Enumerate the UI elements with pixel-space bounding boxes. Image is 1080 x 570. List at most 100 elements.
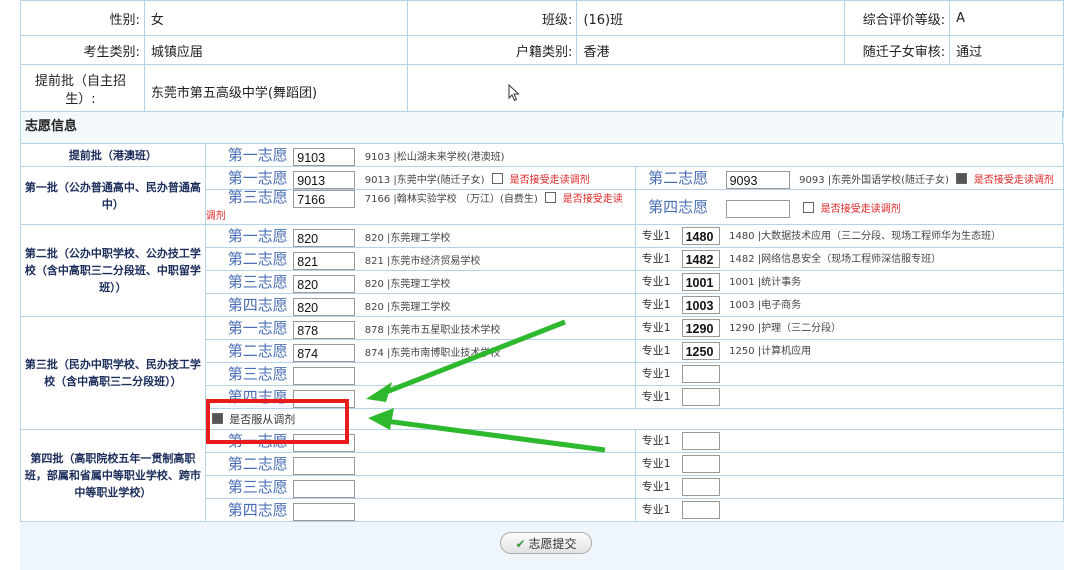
b4-wish1-cell: 第一志愿: [204, 429, 637, 453]
major-label: 专业1: [641, 457, 671, 470]
b1-wish2-input[interactable]: 9093: [725, 171, 790, 189]
migrant-status: 通过: [949, 35, 1064, 65]
b2-wish3-major-input[interactable]: 1001: [681, 273, 720, 291]
b2-wish2-input[interactable]: 821: [293, 252, 356, 270]
b3-wish1-major-input[interactable]: 1290: [681, 319, 720, 337]
choices-table: 提前批（港澳班） 第一志愿 9103 9103 |松山湖未来学校(港澳班) 第一…: [20, 143, 1065, 522]
wish-label: 第三志愿: [227, 188, 288, 206]
b1-wish1-input[interactable]: 9013: [293, 171, 356, 189]
b3-wish4-input[interactable]: [293, 390, 356, 408]
b3-wish2-input[interactable]: 874: [293, 344, 356, 362]
major-label: 专业1: [641, 229, 671, 242]
gender-label: 性别:: [20, 0, 145, 36]
b3-major4-cell: 专业1: [635, 385, 1064, 409]
b1-wish4-input[interactable]: [725, 200, 790, 218]
accept-label: 是否接受走读调剂: [820, 204, 901, 215]
b4-wish2-cell: 第二志愿: [204, 452, 637, 476]
obey-checkbox[interactable]: [211, 413, 223, 424]
b2-wish1-major-input[interactable]: 1480: [681, 227, 720, 245]
b4-wish2-major-input[interactable]: [681, 455, 720, 473]
wish-label: 第二志愿: [227, 250, 288, 268]
b4-wish3-cell: 第三志愿: [204, 475, 637, 499]
accept-label: 是否接受走读调剂: [509, 175, 590, 186]
b2-wish4-major-input[interactable]: 1003: [681, 296, 720, 314]
b2-wish3-input[interactable]: 820: [293, 275, 356, 293]
b2-major3-cell: 专业1 1001 1001 |统计事务: [635, 270, 1064, 294]
b2-wish3-major-desc: 1001 |统计事务: [729, 277, 802, 288]
accept-label: 是否接受走读: [562, 194, 623, 205]
b4-wish1-input[interactable]: [293, 434, 356, 452]
b1-wish1-accept-checkbox[interactable]: [492, 173, 504, 184]
b4-major3-cell: 专业1: [635, 475, 1064, 499]
major-label: 专业1: [641, 344, 671, 357]
b3-wish4-major-input[interactable]: [681, 388, 720, 406]
migrant-label: 随迁子女审核:: [844, 35, 951, 65]
wish-label: 第二志愿: [227, 342, 288, 360]
major-label: 专业1: [641, 434, 671, 447]
wish-label: 第四志愿: [227, 501, 288, 519]
b4-wish3-input[interactable]: [293, 480, 356, 498]
major-label: 专业1: [641, 367, 671, 380]
batch-hk-name: 提前批（港澳班）: [20, 143, 206, 167]
wish-label: 第三志愿: [227, 478, 288, 496]
submit-label: 志愿提交: [528, 537, 577, 551]
class-label: 班级:: [407, 0, 578, 36]
b2-wish4-cell: 第四志愿 820 820 |东莞理工学校: [204, 293, 637, 317]
b4-major1-cell: 专业1: [635, 429, 1064, 453]
b1-wish3-input[interactable]: 7166: [293, 190, 356, 208]
b4-major4-cell: 专业1: [635, 498, 1064, 522]
b2-wish1-desc: 820 |东莞理工学校: [364, 233, 451, 244]
b3-wish4-cell: 第四志愿: [204, 385, 637, 409]
b1-wish3-cell: 第三志愿 7166 7166 |翰林实验学校 （万江）(自费生) 是否接受走读 …: [204, 188, 637, 225]
submit-button[interactable]: ✔ 志愿提交: [500, 532, 592, 554]
b4-wish4-major-input[interactable]: [681, 501, 720, 519]
b4-wish4-cell: 第四志愿: [204, 498, 637, 522]
b4-wish2-input[interactable]: [293, 457, 356, 475]
b2-wish4-input[interactable]: 820: [293, 298, 356, 316]
wish-label: 第四志愿: [648, 198, 709, 216]
wish-label: 第一志愿: [227, 169, 288, 187]
major-label: 专业1: [641, 321, 671, 334]
b4-wish4-input[interactable]: [293, 503, 356, 521]
b2-wish1-cell: 第一志愿 820 820 |东莞理工学校: [204, 224, 637, 248]
b1-wish2-accept-checkbox[interactable]: [956, 173, 968, 184]
b1-wish3-desc: 7166 |翰林实验学校 （万江）(自费生): [364, 194, 538, 205]
b3-major3-cell: 专业1: [635, 362, 1064, 386]
accept-label: 是否接受走读调剂: [973, 175, 1054, 186]
b3-wish2-major-input[interactable]: 1250: [681, 342, 720, 360]
early-label: 提前批（自主招生）:: [20, 64, 145, 118]
student-info-table: 性别: 女 班级: (16)班 综合评价等级: A 考生类别: 城镇应届 户籍类…: [20, 0, 1065, 118]
wish-label: 第一志愿: [227, 432, 288, 450]
household-value: 香港: [576, 35, 846, 65]
b3-wish3-major-input[interactable]: [681, 365, 720, 383]
b2-wish1-input[interactable]: 820: [293, 229, 356, 247]
wish-label: 第一志愿: [227, 319, 288, 337]
b3-wish2-cell: 第二志愿 874 874 |东莞市南博职业技术学校: [204, 339, 637, 363]
major-label: 专业1: [641, 275, 671, 288]
wish-label: 第一志愿: [227, 146, 288, 164]
b1-wish4-cell: 第四志愿 是否接受走读调剂: [635, 189, 1064, 225]
section-title: 志愿信息: [20, 111, 1063, 143]
b1-wish1-cell: 第一志愿 9013 9013 |东莞中学(随迁子女) 是否接受走读调剂: [204, 166, 637, 190]
b4-wish3-major-input[interactable]: [681, 478, 720, 496]
wish-label: 第四志愿: [227, 296, 288, 314]
early-value: 东莞市第五高级中学(舞蹈团): [143, 64, 408, 118]
b3-wish3-input[interactable]: [293, 367, 356, 385]
b2-major4-cell: 专业1 1003 1003 |电子商务: [635, 293, 1064, 317]
b4-wish1-major-input[interactable]: [681, 432, 720, 450]
type-label: 考生类别:: [20, 35, 145, 65]
hk-wish1-input[interactable]: 9103: [293, 148, 356, 166]
b2-major2-cell: 专业1 1482 1482 |网络信息安全（现场工程师深信服专班）: [635, 247, 1064, 271]
b2-wish2-major-input[interactable]: 1482: [681, 250, 720, 268]
b1-wish4-accept-checkbox[interactable]: [803, 202, 815, 213]
major-label: 专业1: [641, 252, 671, 265]
gender-value: 女: [143, 0, 408, 36]
mouse-cursor-icon: [508, 84, 520, 102]
b3-wish1-desc: 878 |东莞市五星职业技术学校: [364, 325, 501, 336]
b3-major1-cell: 专业1 1290 1290 |护理（三二分段）: [635, 316, 1064, 340]
b2-wish1-major-desc: 1480 |大数据技术应用（三二分段、现场工程师华为生态班）: [729, 231, 1002, 242]
b1-wish2-desc: 9093 |东莞外国语学校(随迁子女): [799, 175, 949, 186]
wish-label: 第二志愿: [227, 455, 288, 473]
b3-wish1-input[interactable]: 878: [293, 321, 356, 339]
b1-wish3-accept-checkbox[interactable]: [545, 192, 557, 203]
